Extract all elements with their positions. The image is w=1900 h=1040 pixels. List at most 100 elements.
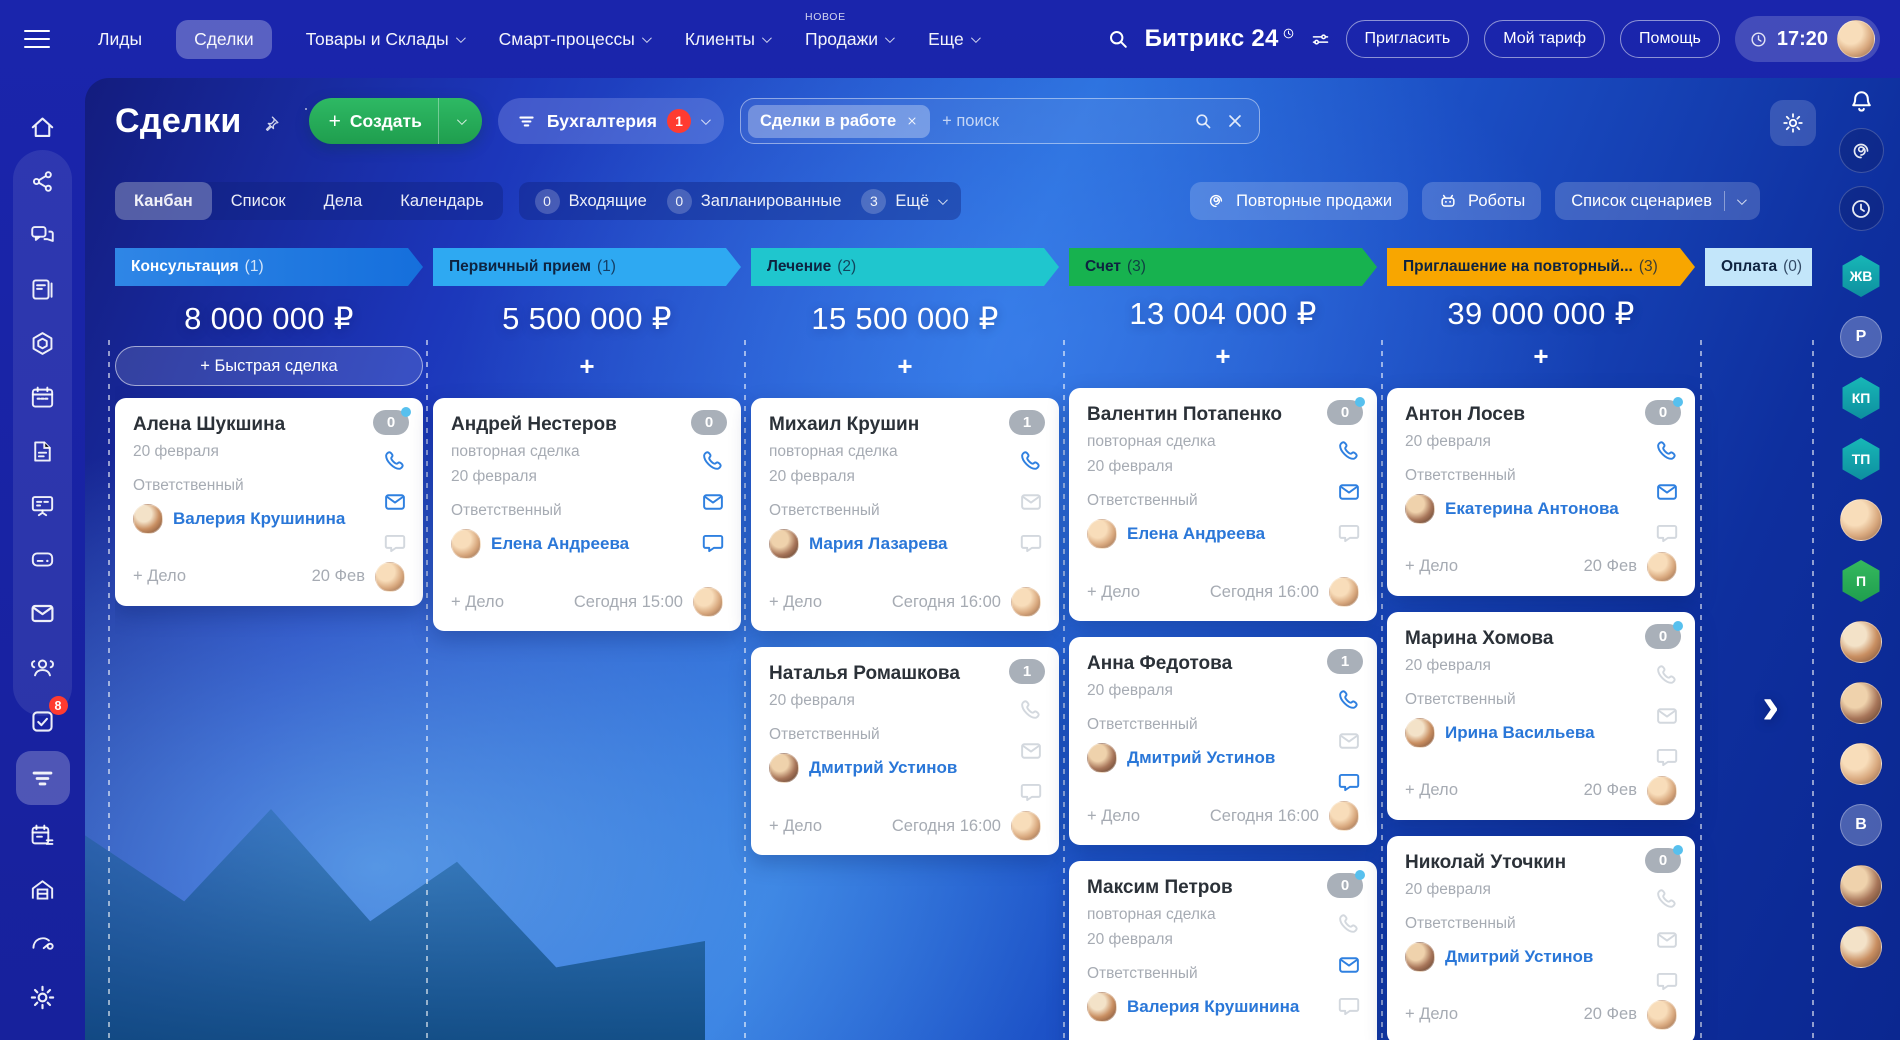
add-activity-link[interactable]: + Дело	[1087, 807, 1140, 826]
mail-icon[interactable]	[700, 489, 726, 515]
menu-item-smart-processes[interactable]: Смарт-процессы	[497, 20, 651, 59]
chat-icon[interactable]	[1018, 530, 1044, 556]
chat-icon[interactable]	[1654, 744, 1680, 770]
clear-search-icon[interactable]	[1225, 111, 1245, 131]
mail-icon[interactable]	[1654, 927, 1680, 953]
sidebar-item-marketplace[interactable]	[16, 316, 70, 370]
mail-icon[interactable]	[1336, 952, 1362, 978]
deal-card[interactable]: Андрей Нестеров 0 повторная сделка 20 фе…	[433, 398, 741, 631]
phone-icon[interactable]	[1336, 687, 1362, 713]
mail-icon[interactable]	[1018, 489, 1044, 515]
menu-item-clients[interactable]: Клиенты	[683, 20, 771, 59]
avatar[interactable]	[1329, 801, 1359, 831]
sidebar-item-messenger[interactable]	[16, 208, 70, 262]
user-badge[interactable]: Р	[1840, 316, 1882, 358]
responsible-link[interactable]: Ирина Васильева	[1445, 723, 1595, 743]
user-avatar[interactable]	[1840, 926, 1882, 968]
avatar[interactable]	[693, 587, 723, 617]
responsible-link[interactable]: Дмитрий Устинов	[1127, 748, 1275, 768]
add-activity-link[interactable]: + Дело	[1405, 557, 1458, 576]
avatar[interactable]	[1647, 552, 1677, 582]
sidebar-item-drive[interactable]	[16, 532, 70, 586]
avatar[interactable]	[1329, 577, 1359, 607]
deal-card[interactable]: Алена Шукшина 0 20 февраля Ответственный…	[115, 398, 423, 606]
avatar[interactable]	[375, 562, 405, 592]
sidebar-item-automation[interactable]	[16, 916, 70, 970]
chat-icon[interactable]	[382, 530, 408, 556]
stage-header[interactable]: Лечение(2)	[751, 248, 1059, 286]
add-activity-link[interactable]: + Дело	[769, 593, 822, 612]
add-deal-button[interactable]: +	[897, 353, 912, 379]
counter-planned[interactable]: 0Запланированные	[667, 189, 842, 214]
user-badge[interactable]: ЖВ	[1840, 255, 1882, 297]
sliders-icon[interactable]	[1310, 29, 1331, 50]
responsible-link[interactable]: Елена Андреева	[1127, 524, 1265, 544]
phone-icon[interactable]	[1654, 886, 1680, 912]
sidebar-item-tasks[interactable]: 8	[16, 694, 70, 748]
sidebar-item-feed[interactable]	[16, 262, 70, 316]
menu-item-deals[interactable]: Сделки	[176, 20, 272, 59]
mail-icon[interactable]	[382, 489, 408, 515]
responsible-link[interactable]: Дмитрий Устинов	[809, 758, 957, 778]
tab-activities[interactable]: Дела	[305, 182, 382, 220]
history-button[interactable]	[1839, 186, 1884, 231]
deal-card[interactable]: Валентин Потапенко 0 повторная сделка 20…	[1069, 388, 1377, 621]
user-avatar[interactable]	[1840, 743, 1882, 785]
avatar[interactable]	[1011, 811, 1041, 841]
add-deal-button[interactable]: +	[579, 353, 594, 379]
create-deal-button[interactable]: +Создать	[309, 98, 482, 144]
chat-icon[interactable]	[1336, 769, 1362, 795]
add-deal-button[interactable]: +	[1215, 343, 1230, 369]
responsible-link[interactable]: Екатерина Антонова	[1445, 499, 1619, 519]
tab-kanban[interactable]: Канбан	[115, 182, 212, 220]
filter-chip[interactable]: Сделки в работе	[748, 105, 930, 138]
sidebar-item-documents[interactable]	[16, 424, 70, 478]
chat-icon[interactable]	[1336, 993, 1362, 1019]
sidebar-item-company[interactable]	[16, 640, 70, 694]
deal-card[interactable]: Михаил Крушин 1 повторная сделка 20 февр…	[751, 398, 1059, 631]
responsible-link[interactable]: Валерия Крушинина	[173, 509, 345, 529]
copilot-button[interactable]	[1839, 128, 1884, 173]
avatar[interactable]	[1647, 776, 1677, 806]
user-avatar[interactable]	[1840, 865, 1882, 907]
search-icon[interactable]	[1193, 111, 1213, 131]
user-badge[interactable]: ТП	[1840, 438, 1882, 480]
sidebar-item-calendar[interactable]	[16, 370, 70, 424]
robots-button[interactable]: Роботы	[1422, 182, 1541, 220]
add-activity-link[interactable]: + Дело	[1405, 1005, 1458, 1024]
phone-icon[interactable]	[1654, 438, 1680, 464]
deal-card[interactable]: Николай Уточкин 0 20 февраля Ответственн…	[1387, 836, 1695, 1040]
mail-icon[interactable]	[1654, 703, 1680, 729]
scroll-next-column-chevron[interactable]: ›	[1762, 680, 1779, 732]
tab-list[interactable]: Список	[212, 182, 305, 220]
user-badge[interactable]: В	[1840, 804, 1882, 846]
avatar[interactable]	[1647, 1000, 1677, 1030]
stage-header[interactable]: Счет(3)	[1069, 248, 1377, 286]
phone-icon[interactable]	[382, 448, 408, 474]
sidebar-item-warehouse[interactable]	[16, 862, 70, 916]
phone-icon[interactable]	[1018, 448, 1044, 474]
sidebar-item-mail[interactable]	[16, 586, 70, 640]
sidebar-item-settings[interactable]	[16, 970, 70, 1024]
menu-item-sales[interactable]: НОВОЕПродажи	[803, 20, 894, 59]
chat-icon[interactable]	[1336, 520, 1362, 546]
counter-incoming[interactable]: 0Входящие	[535, 189, 647, 214]
phone-icon[interactable]	[700, 448, 726, 474]
chat-icon[interactable]	[1654, 520, 1680, 546]
deal-card[interactable]: Антон Лосев 0 20 февраля Ответственный Е…	[1387, 388, 1695, 596]
deal-card[interactable]: Марина Хомова 0 20 февраля Ответственный…	[1387, 612, 1695, 820]
mail-icon[interactable]	[1336, 728, 1362, 754]
mail-icon[interactable]	[1336, 479, 1362, 505]
chat-icon[interactable]	[1018, 779, 1044, 805]
responsible-link[interactable]: Дмитрий Устинов	[1445, 947, 1593, 967]
stage-header[interactable]: Оплата(0)	[1705, 248, 1812, 286]
responsible-link[interactable]: Елена Андреева	[491, 534, 629, 554]
user-badge[interactable]: КП	[1840, 377, 1882, 419]
user-avatar[interactable]	[1840, 499, 1882, 541]
responsible-link[interactable]: Мария Лазарева	[809, 534, 948, 554]
responsible-link[interactable]: Валерия Крушинина	[1127, 997, 1299, 1017]
user-avatar[interactable]	[1840, 621, 1882, 663]
user-avatar[interactable]	[1840, 682, 1882, 724]
mail-icon[interactable]	[1018, 738, 1044, 764]
deal-card[interactable]: Наталья Ромашкова 1 20 февраля Ответстве…	[751, 647, 1059, 855]
